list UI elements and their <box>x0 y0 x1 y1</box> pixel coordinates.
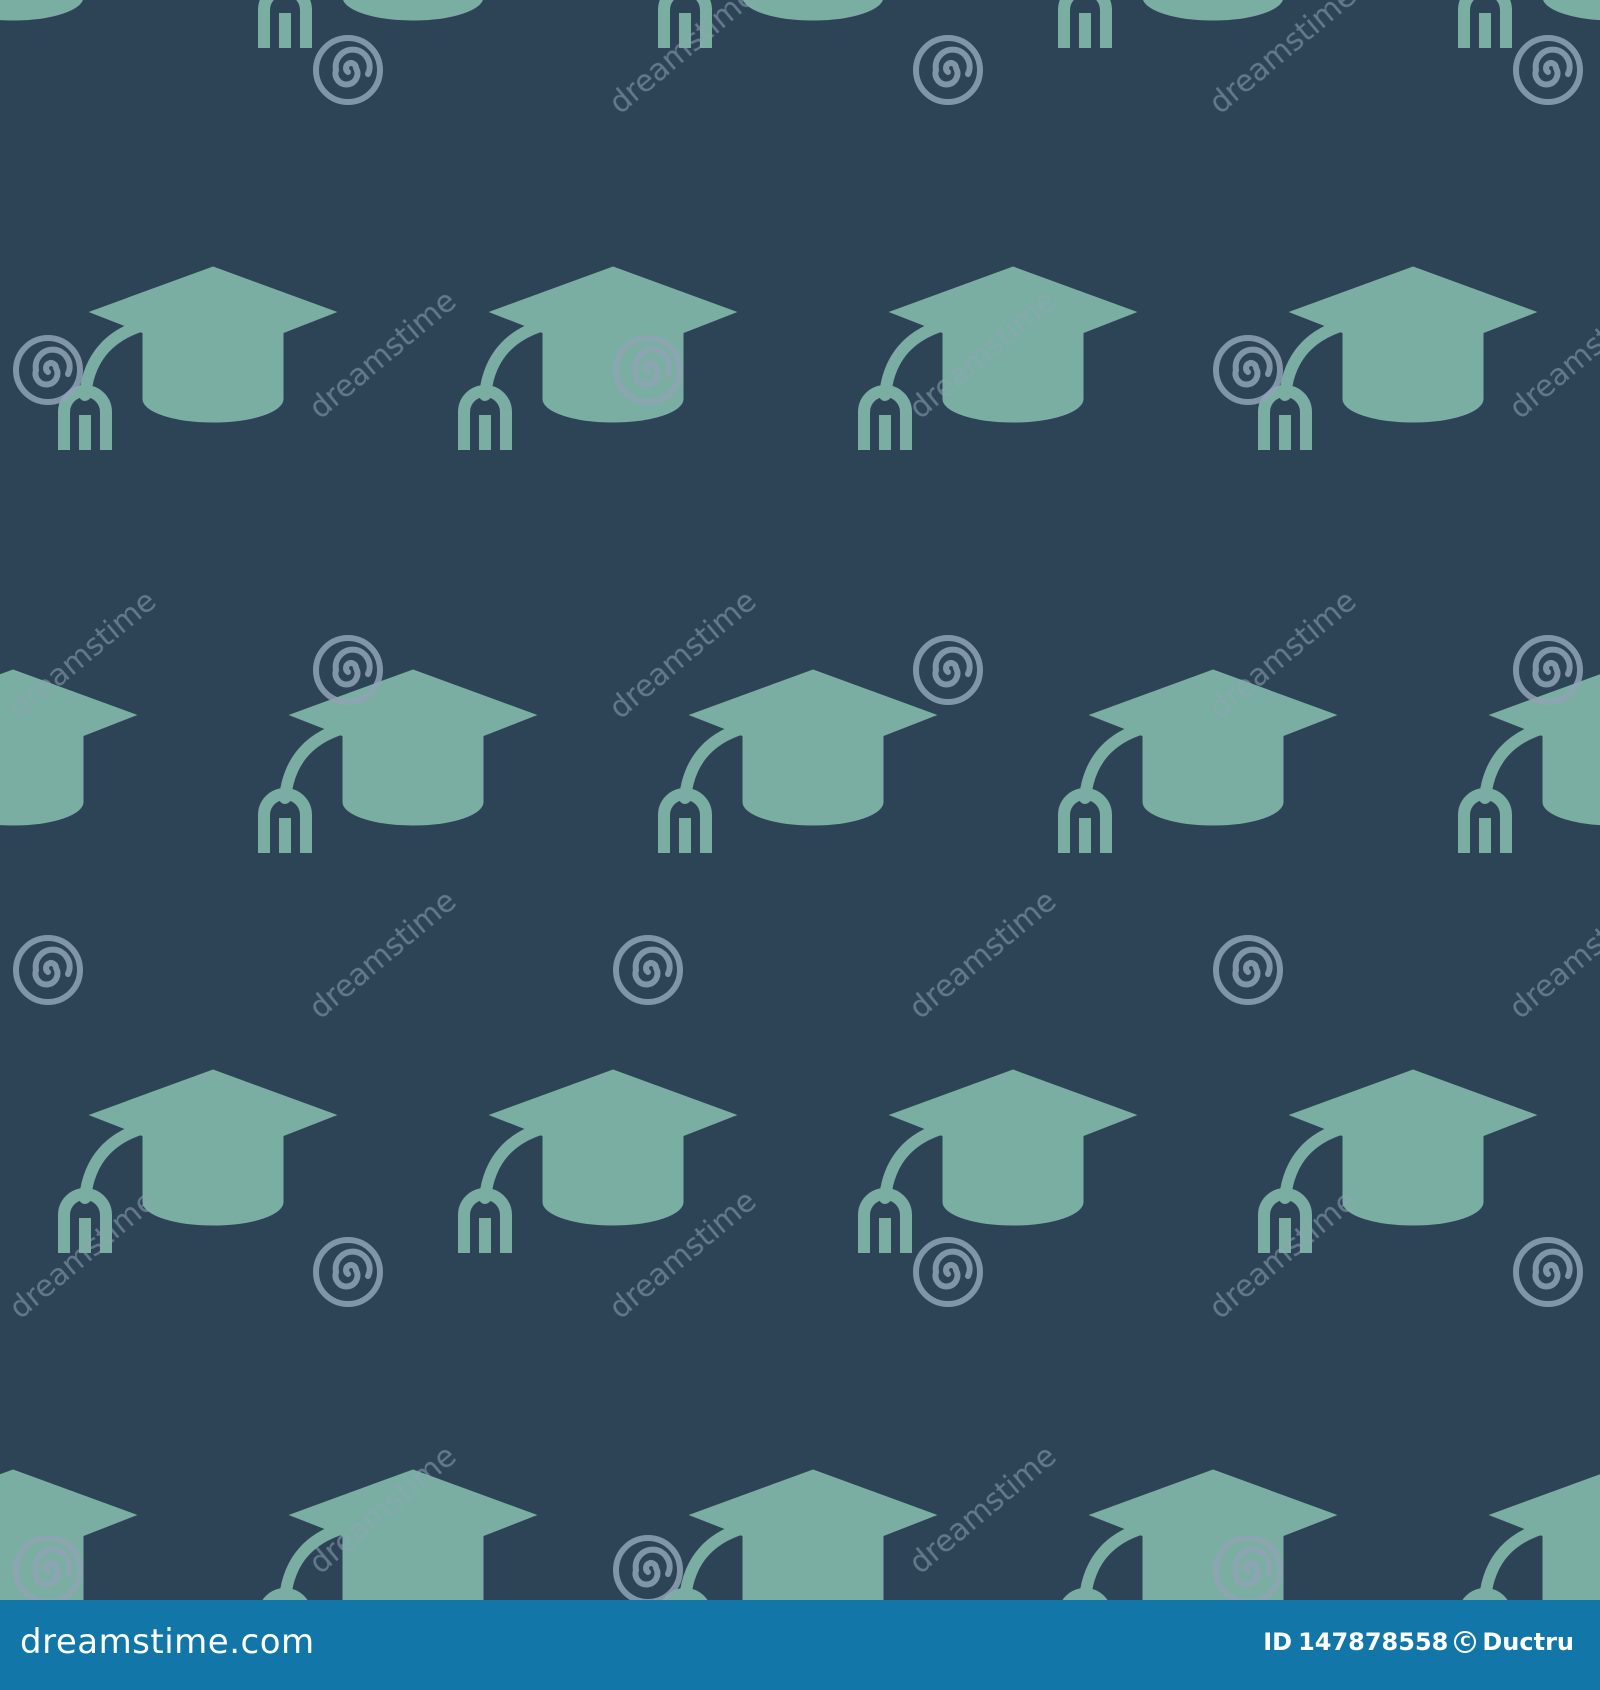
id-label: ID <box>1263 1628 1293 1656</box>
graduation-cap-pattern: dreamstime dreamstimedreamstime dreamstime… <box>0 0 1600 1600</box>
copyright-icon: C <box>1454 1631 1477 1653</box>
id-value: 147878558 <box>1298 1628 1449 1656</box>
site-name[interactable]: dreamstime.com <box>20 1622 315 1662</box>
image-credit: ID 147878558 C Ductru <box>1263 1628 1574 1656</box>
author-name[interactable]: Ductru <box>1482 1628 1574 1656</box>
footer-bar: dreamstime.com ID 147878558 C Ductru <box>0 1600 1600 1690</box>
